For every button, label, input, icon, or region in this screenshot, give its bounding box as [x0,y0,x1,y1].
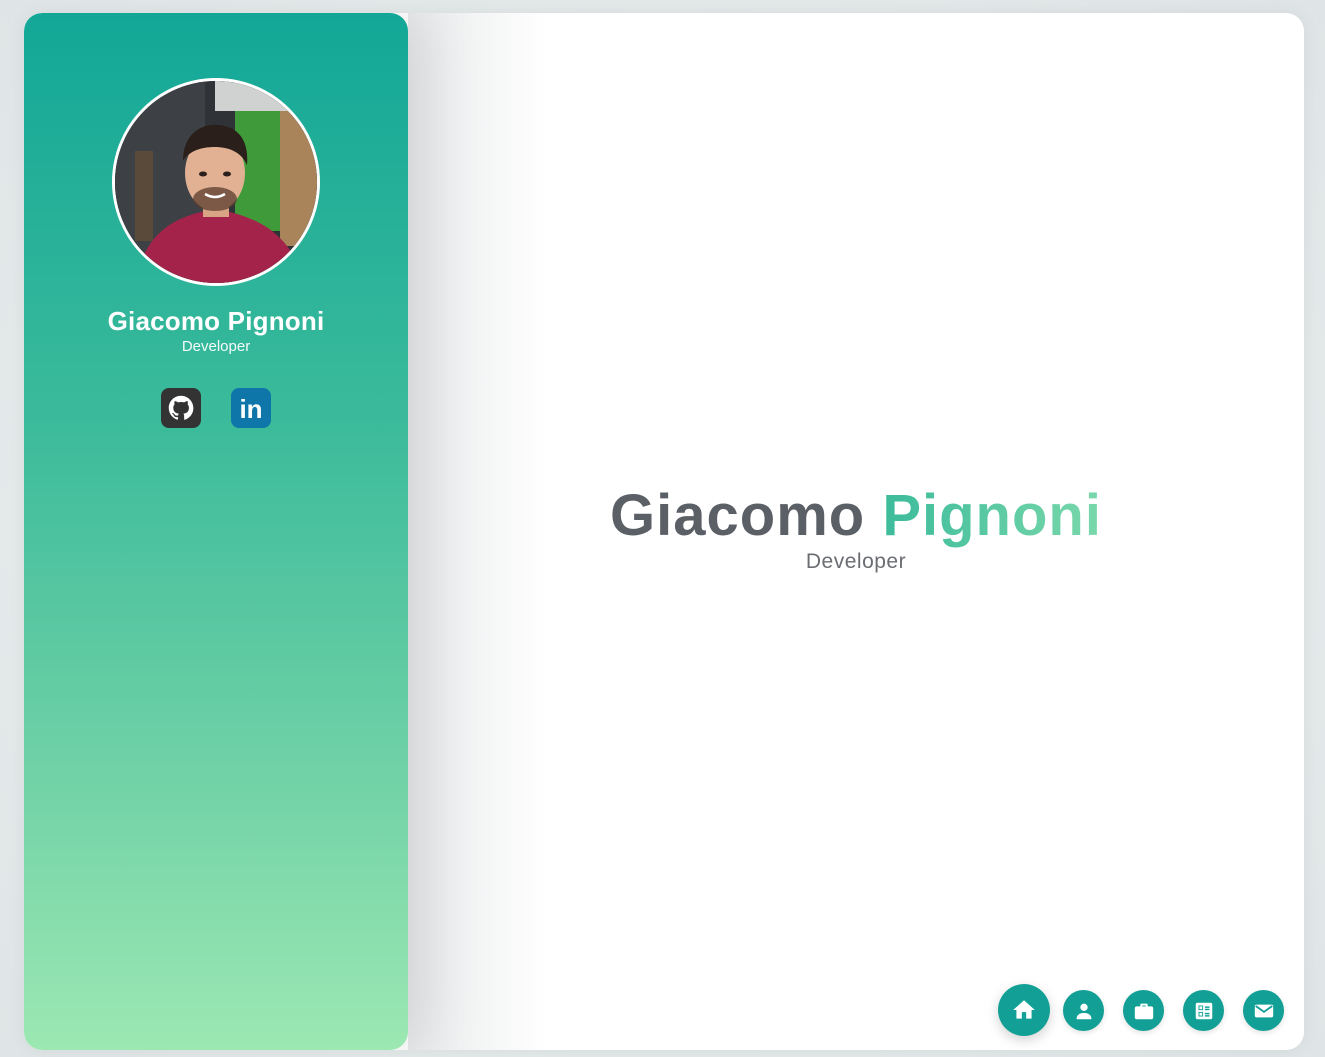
profile-sidebar: Giacomo Pignoni Developer in [24,13,408,1050]
hero-last-name: Pignoni [882,483,1102,548]
nav-about-button[interactable] [1063,990,1104,1031]
nav-home-button[interactable] [998,984,1050,1036]
hero-first-name: Giacomo [610,483,866,548]
github-icon [168,395,194,420]
nav-resume-button[interactable] [1183,990,1224,1031]
linkedin-icon: in [239,393,263,424]
profile-photo [115,81,317,283]
briefcase-icon [1134,1003,1153,1019]
sidebar-name: Giacomo Pignoni [107,306,325,336]
github-link[interactable] [161,388,201,428]
nav-portfolio-button[interactable] [1123,990,1164,1031]
person-icon [1076,1003,1091,1019]
home-icon [1013,1000,1035,1019]
main-card: Giacomo Pignoni Developer in Giacomo Pig… [24,13,1304,1050]
linkedin-link[interactable]: in [231,388,271,428]
hero-section: Giacomo Pignoni Developer [408,483,1304,574]
page-background: Giacomo Pignoni Developer in Giacomo Pig… [0,0,1325,1057]
hero-role: Developer [805,549,907,573]
resume-icon [1195,1002,1212,1019]
nav-contact-button[interactable] [1243,990,1284,1031]
hero-title: Giacomo Pignoni [408,483,1304,550]
mail-icon [1254,1004,1273,1017]
sidebar-role: Developer [181,338,251,355]
avatar-frame [112,78,320,286]
avatar [115,81,317,283]
